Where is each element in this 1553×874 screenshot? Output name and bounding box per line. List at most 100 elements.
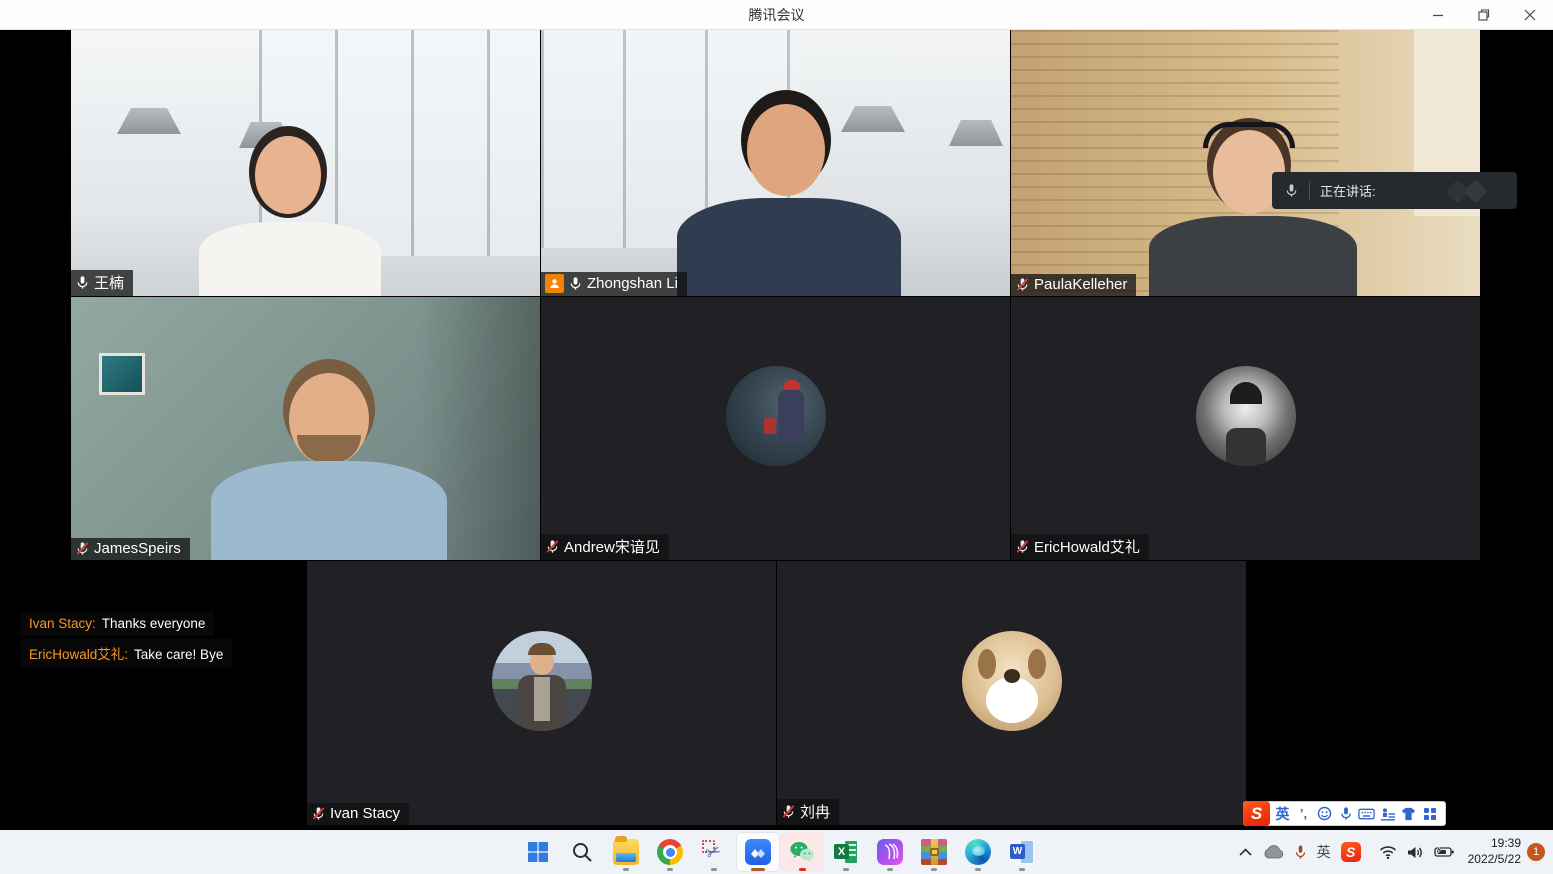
tray-chevron-up-icon[interactable] bbox=[1234, 830, 1257, 874]
emoji-icon[interactable] bbox=[1314, 802, 1335, 825]
participant-tile-zhongshanli[interactable]: Zhongshan Li bbox=[541, 30, 1010, 296]
winrar-icon bbox=[921, 839, 947, 865]
minimize-button[interactable] bbox=[1415, 0, 1461, 30]
person-face bbox=[747, 104, 825, 196]
speaking-banner: 正在讲话: bbox=[1272, 172, 1517, 209]
windows-start-icon bbox=[526, 840, 550, 864]
chat-sender: Ivan Stacy: bbox=[29, 616, 96, 631]
close-icon bbox=[1524, 9, 1536, 21]
person-body bbox=[199, 222, 381, 296]
name-label: Zhongshan Li bbox=[541, 272, 687, 296]
lamp bbox=[949, 120, 1003, 146]
window-title: 腾讯会议 bbox=[749, 5, 805, 25]
participant-tile-paulakelleher[interactable]: PaulaKelleher bbox=[1011, 30, 1480, 296]
chrome-icon bbox=[657, 839, 683, 865]
ime-mode-toggle[interactable]: 英 bbox=[1272, 802, 1293, 825]
avatar-hair bbox=[528, 643, 556, 655]
wechat-button[interactable] bbox=[780, 832, 824, 872]
participant-name: EricHowald艾礼 bbox=[1034, 536, 1140, 557]
participant-name: Andrew宋谙见 bbox=[564, 536, 660, 557]
mic-in-use-icon[interactable] bbox=[1289, 830, 1312, 874]
word-icon: W bbox=[1009, 839, 1035, 865]
media-app-button[interactable] bbox=[868, 832, 912, 872]
chrome-button[interactable] bbox=[648, 832, 692, 872]
close-button[interactable] bbox=[1507, 0, 1553, 30]
window-controls bbox=[1415, 0, 1553, 30]
excel-button[interactable]: X bbox=[824, 832, 868, 872]
chat-sender: EricHowald艾礼: bbox=[29, 647, 128, 662]
taskbar: ✂ X bbox=[0, 830, 1553, 874]
typing-mode-icon[interactable] bbox=[1377, 802, 1398, 825]
mic-icon bbox=[1284, 183, 1299, 198]
excel-icon: X bbox=[833, 839, 859, 865]
tencent-meeting-icon bbox=[745, 839, 771, 865]
name-label: Andrew宋谙见 bbox=[541, 534, 669, 560]
meeting-watermark-icon bbox=[1441, 179, 1501, 203]
participant-name: PaulaKelleher bbox=[1034, 276, 1127, 293]
participant-tile-wangnan[interactable]: 王楠 bbox=[71, 30, 540, 296]
mic-muted-icon bbox=[781, 804, 796, 819]
battery-charging-icon[interactable] bbox=[1429, 830, 1460, 874]
volume-icon[interactable] bbox=[1402, 830, 1429, 874]
mic-muted-icon bbox=[1015, 539, 1030, 554]
mic-on-icon bbox=[568, 276, 583, 291]
avatar-figure bbox=[778, 390, 804, 442]
chat-overlay: Ivan Stacy: Thanks everyone EricHowald艾礼:… bbox=[20, 612, 232, 671]
tray-date: 2022/5/22 bbox=[1468, 852, 1521, 868]
snipping-tool-icon: ✂ bbox=[701, 839, 727, 865]
avatar bbox=[962, 631, 1062, 731]
person-face bbox=[255, 136, 321, 214]
voice-input-icon[interactable] bbox=[1335, 802, 1356, 825]
clock[interactable]: 19:39 2022/5/22 bbox=[1460, 836, 1527, 867]
avatar-dog-disc bbox=[986, 677, 1038, 723]
chat-text: Thanks everyone bbox=[102, 616, 206, 631]
person-body bbox=[1149, 216, 1357, 296]
tencent-meeting-button[interactable] bbox=[736, 832, 780, 872]
avatar bbox=[726, 366, 826, 466]
winrar-button[interactable] bbox=[912, 832, 956, 872]
minimize-icon bbox=[1432, 9, 1444, 21]
start-button[interactable] bbox=[516, 832, 560, 872]
notification-badge[interactable]: 1 bbox=[1527, 843, 1545, 861]
restore-icon bbox=[1478, 9, 1490, 21]
restore-button[interactable] bbox=[1461, 0, 1507, 30]
word-button[interactable]: W bbox=[1000, 832, 1044, 872]
onedrive-cloud-icon[interactable] bbox=[1257, 830, 1289, 874]
wifi-icon[interactable] bbox=[1374, 830, 1402, 874]
edge-button[interactable] bbox=[956, 832, 1000, 872]
punctuation-icon[interactable]: ’, bbox=[1293, 802, 1314, 825]
participant-tile-erichowald[interactable]: EricHowald艾礼 bbox=[1011, 297, 1480, 560]
avatar-red-cup bbox=[764, 418, 776, 434]
participant-tile-andrew[interactable]: Andrew宋谙见 bbox=[541, 297, 1010, 560]
sogou-ime-toolbar: S 英 ’, bbox=[1243, 801, 1446, 826]
skin-icon[interactable] bbox=[1398, 802, 1419, 825]
participant-tile-liuran[interactable]: 刘冉 bbox=[777, 561, 1246, 825]
speaking-label: 正在讲话: bbox=[1320, 181, 1376, 200]
file-explorer-icon bbox=[613, 839, 639, 865]
name-label: EricHowald艾礼 bbox=[1011, 534, 1149, 560]
name-label: PaulaKelleher bbox=[1011, 274, 1136, 296]
divider bbox=[1309, 182, 1310, 200]
snipping-tool-button[interactable]: ✂ bbox=[692, 832, 736, 872]
participant-name: Zhongshan Li bbox=[587, 275, 678, 292]
mic-muted-icon bbox=[1015, 277, 1030, 292]
sogou-tray-icon[interactable]: S bbox=[1336, 830, 1366, 874]
keyboard-icon[interactable] bbox=[1356, 802, 1377, 825]
participant-tile-jamesspeirs[interactable]: JamesSpeirs bbox=[71, 297, 540, 560]
mic-on-icon bbox=[75, 275, 90, 290]
person-body bbox=[677, 198, 901, 296]
tray-ime-mode[interactable]: 英 bbox=[1312, 830, 1336, 874]
titlebar: 腾讯会议 bbox=[0, 0, 1553, 30]
avatar-shoulders bbox=[1226, 428, 1266, 466]
taskbar-icons: ✂ X bbox=[516, 832, 1044, 872]
tray-time: 19:39 bbox=[1468, 836, 1521, 852]
avatar-dog-ear bbox=[1028, 649, 1046, 679]
toolbox-icon[interactable] bbox=[1419, 802, 1440, 825]
sogou-logo-icon[interactable]: S bbox=[1243, 801, 1270, 826]
mic-muted-icon bbox=[75, 541, 90, 556]
file-explorer-button[interactable] bbox=[604, 832, 648, 872]
participant-tile-ivanstacy[interactable]: Ivan Stacy bbox=[307, 561, 776, 825]
search-button[interactable] bbox=[560, 832, 604, 872]
mic-muted-icon bbox=[311, 806, 326, 821]
host-badge-icon bbox=[545, 274, 564, 293]
